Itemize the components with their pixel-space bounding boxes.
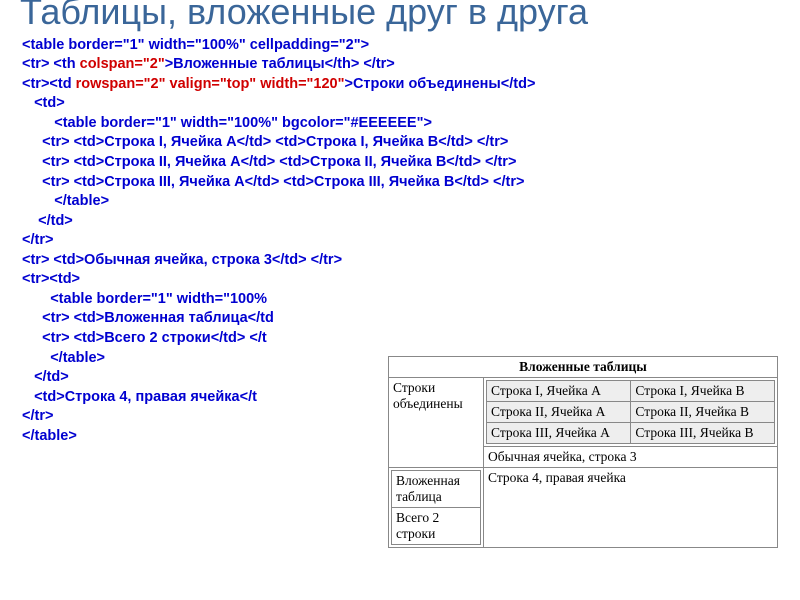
code-line: </tr>	[22, 232, 53, 248]
code-line: <td>	[22, 95, 65, 111]
code-line: <tr> <td>Строка III, Ячейка A</td> <td>С…	[22, 174, 524, 190]
inner-table-cell: Строка I, Ячейка AСтрока I, Ячейка B Стр…	[484, 378, 778, 447]
code-line: </tr>	[22, 408, 53, 424]
table-cell: Всего 2 строки	[392, 508, 481, 545]
table-cell: Вложенная таблица	[392, 471, 481, 508]
table-header: Вложенные таблицы	[389, 357, 778, 378]
inner-table-1: Строка I, Ячейка AСтрока I, Ячейка B Стр…	[486, 380, 775, 444]
table-cell: Строка II, Ячейка A	[487, 402, 631, 423]
table-cell: Строка I, Ячейка B	[631, 381, 775, 402]
table-cell: Строка III, Ячейка B	[631, 423, 775, 444]
row4-right-cell: Строка 4, правая ячейка	[484, 468, 778, 548]
code-line: </table>	[22, 428, 77, 444]
table-cell: Строка II, Ячейка B	[631, 402, 775, 423]
plain-cell: Обычная ячейка, строка 3	[484, 447, 778, 468]
rendered-table-demo: Вложенные таблицы Строки объединены Стро…	[388, 356, 778, 548]
merged-cell: Строки объединены	[389, 378, 484, 468]
code-line: <tr> <td>Обычная ячейка, строка 3</td> <…	[22, 252, 342, 268]
code-line: <td>Строка 4, правая ячейка</t	[22, 389, 257, 405]
table-cell: Строка I, Ячейка A	[487, 381, 631, 402]
code-line: </td>	[22, 369, 69, 385]
inner-table-2-cell: Вложенная таблица Всего 2 строки	[389, 468, 484, 548]
code-line: <table border="1" width="100%" cellpaddi…	[22, 37, 369, 53]
code-line: <tr> <th colspan="2">Вложенные таблицы</…	[22, 56, 395, 72]
code-line: <tr><td rowspan="2" valign="top" width="…	[22, 76, 535, 92]
code-line: <tr> <td>Строка II, Ячейка A</td> <td>Ст…	[22, 154, 516, 170]
table-cell: Строка III, Ячейка A	[487, 423, 631, 444]
code-line: </table>	[22, 350, 105, 366]
code-line: </td>	[22, 213, 73, 229]
outer-table: Вложенные таблицы Строки объединены Стро…	[388, 356, 778, 548]
code-line: <tr> <td>Всего 2 строки</td> </t	[22, 330, 267, 346]
slide-title: Таблицы, вложенные друг в друга	[0, 0, 800, 32]
code-line: <tr><td>	[22, 271, 80, 287]
inner-table-2: Вложенная таблица Всего 2 строки	[391, 470, 481, 545]
code-line: <tr> <td>Вложенная таблица</td	[22, 310, 274, 326]
code-line: <table border="1" width="100%	[22, 291, 267, 307]
code-line: <tr> <td>Строка I, Ячейка A</td> <td>Стр…	[22, 134, 508, 150]
code-line: <table border="1" width="100%" bgcolor="…	[22, 115, 432, 131]
code-line: </table>	[22, 193, 109, 209]
